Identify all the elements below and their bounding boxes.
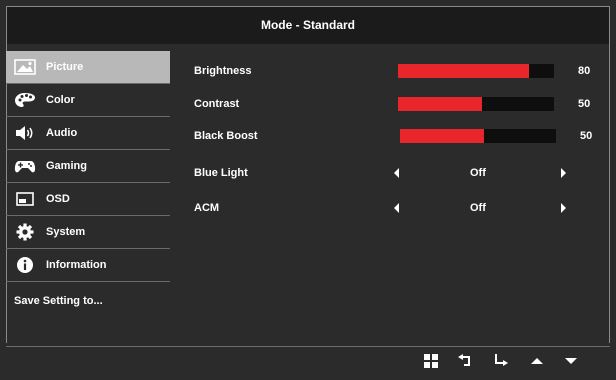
sidebar-item-color[interactable]: Color [6, 84, 170, 117]
sidebar-item-label: System [46, 226, 86, 238]
sidebar-item-system[interactable]: System [6, 216, 170, 249]
contrast-slider[interactable] [398, 97, 554, 111]
setting-value: Off [470, 202, 486, 214]
sidebar-item-audio[interactable]: Audio [6, 117, 170, 150]
windows-icon[interactable] [420, 352, 442, 370]
sidebar-item-osd[interactable]: OSD [6, 183, 170, 216]
setting-value: 80 [578, 65, 591, 77]
up-arrow-icon[interactable] [526, 352, 548, 370]
setting-value: 50 [580, 130, 593, 142]
down-arrow-icon[interactable] [560, 352, 582, 370]
sidebar-item-label: OSD [46, 193, 70, 205]
black-boost-slider[interactable] [400, 129, 556, 143]
slider-fill [398, 64, 530, 78]
setting-row-acm[interactable]: ACM Off [194, 199, 594, 219]
osd-menu: Mode - Standard Picture Color Audio Gami… [0, 0, 616, 380]
setting-row-contrast[interactable]: Contrast 50 [194, 95, 594, 115]
osd-icon [12, 189, 38, 209]
palette-icon [12, 90, 38, 110]
setting-row-brightness[interactable]: Brightness 80 [194, 62, 594, 82]
left-arrow-icon[interactable] [394, 203, 399, 213]
header-bar: Mode - Standard [6, 6, 610, 44]
setting-value: 50 [578, 98, 591, 110]
sidebar-item-gaming[interactable]: Gaming [6, 150, 170, 183]
setting-row-black-boost[interactable]: Black Boost 50 [194, 127, 594, 147]
setting-label: Contrast [194, 98, 240, 110]
sidebar-item-label: Gaming [46, 160, 87, 172]
page-title: Mode - Standard [260, 18, 355, 32]
right-arrow-icon[interactable] [561, 203, 566, 213]
gamepad-icon [12, 156, 38, 176]
setting-row-blue-light[interactable]: Blue Light Off [194, 164, 594, 184]
setting-value: Off [470, 167, 486, 179]
setting-label: Blue Light [194, 167, 248, 179]
picture-icon [12, 57, 38, 77]
sidebar-item-label: Information [46, 259, 107, 271]
setting-label: Brightness [194, 65, 252, 77]
sidebar-item-label: Save Setting to... [14, 295, 103, 307]
sidebar-item-information[interactable]: Information [6, 249, 170, 282]
return-icon[interactable] [454, 352, 476, 370]
sidebar-item-label: Picture [46, 61, 84, 73]
setting-label: Black Boost [194, 130, 258, 142]
right-arrow-icon[interactable] [561, 168, 566, 178]
setting-label: ACM [194, 202, 220, 214]
sidebar-item-label: Color [46, 94, 75, 106]
sidebar-item-picture[interactable]: Picture [6, 51, 170, 84]
brightness-slider[interactable] [398, 64, 554, 78]
slider-fill [400, 129, 485, 143]
sidebar-item-label: Audio [46, 127, 78, 139]
enter-icon[interactable] [490, 352, 512, 370]
gear-icon [12, 222, 38, 242]
speaker-icon [12, 123, 38, 143]
info-icon [12, 255, 38, 275]
slider-fill [398, 97, 483, 111]
footer-divider [6, 346, 610, 347]
left-arrow-icon[interactable] [394, 168, 399, 178]
sidebar-item-save-setting[interactable]: Save Setting to... [6, 282, 170, 320]
sidebar: Picture Color Audio Gaming OSD System In… [6, 51, 170, 320]
